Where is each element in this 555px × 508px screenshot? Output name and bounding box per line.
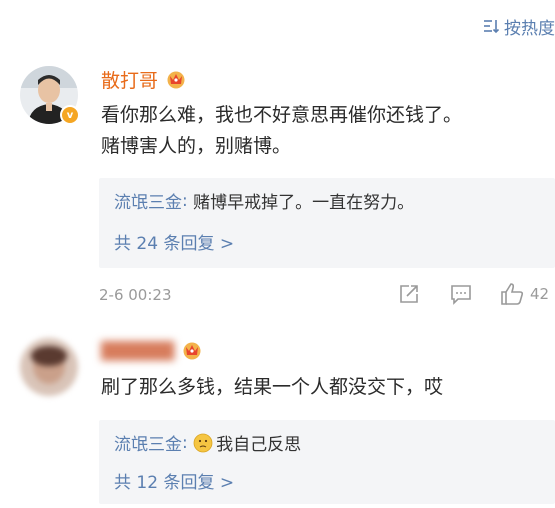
sort-icon (484, 20, 500, 34)
more-replies-link[interactable]: 共 12 条回复 > (114, 468, 234, 493)
sort-by-hot-button[interactable]: 按热度 (482, 14, 555, 39)
reply-box: 流氓三金 : 我自己反思 共 12 条回复 > (99, 420, 555, 504)
like-button[interactable]: 42 (500, 282, 549, 306)
verified-badge-icon: v (60, 105, 80, 125)
comment-button[interactable] (450, 283, 472, 305)
reply-item: 流氓三金 : 我自己反思 (114, 430, 302, 456)
crown-vip-icon (183, 342, 201, 360)
comment-username[interactable]: 散打哥 (101, 66, 188, 92)
crown-vip-icon (167, 71, 185, 89)
comment-username[interactable]: ▇▇▇▇▇ (101, 337, 204, 363)
share-icon (400, 285, 418, 303)
thumbs-up-icon (501, 283, 524, 305)
reply-author[interactable]: 流氓三金 (114, 430, 182, 455)
reply-text: 赌博早戒掉了。一直在努力。 (193, 193, 415, 213)
comment-icon (451, 285, 471, 305)
comment-text: 看你那么难，我也不好意思再催你还钱了。 赌博害人的，别赌博。 (101, 104, 463, 157)
comment-timestamp: 2-6 00:23 (99, 286, 172, 304)
more-replies-link[interactable]: 共 24 条回复 > (114, 229, 234, 254)
reply-text: 我自己反思 (216, 435, 302, 455)
sort-label: 按热度 (504, 18, 555, 39)
share-button[interactable] (398, 283, 420, 305)
like-count: 42 (530, 285, 550, 303)
reply-author[interactable]: 流氓三金 (114, 188, 182, 213)
thinking-face-icon (193, 433, 213, 452)
reply-item: 流氓三金 : 赌博早戒掉了。一直在努力。 (114, 188, 415, 214)
avatar[interactable] (20, 338, 78, 396)
reply-box: 流氓三金 : 赌博早戒掉了。一直在努力。 共 24 条回复 > (99, 178, 555, 268)
comment-text: 刷了那么多钱，结果一个人都没交下，哎 (101, 376, 444, 398)
